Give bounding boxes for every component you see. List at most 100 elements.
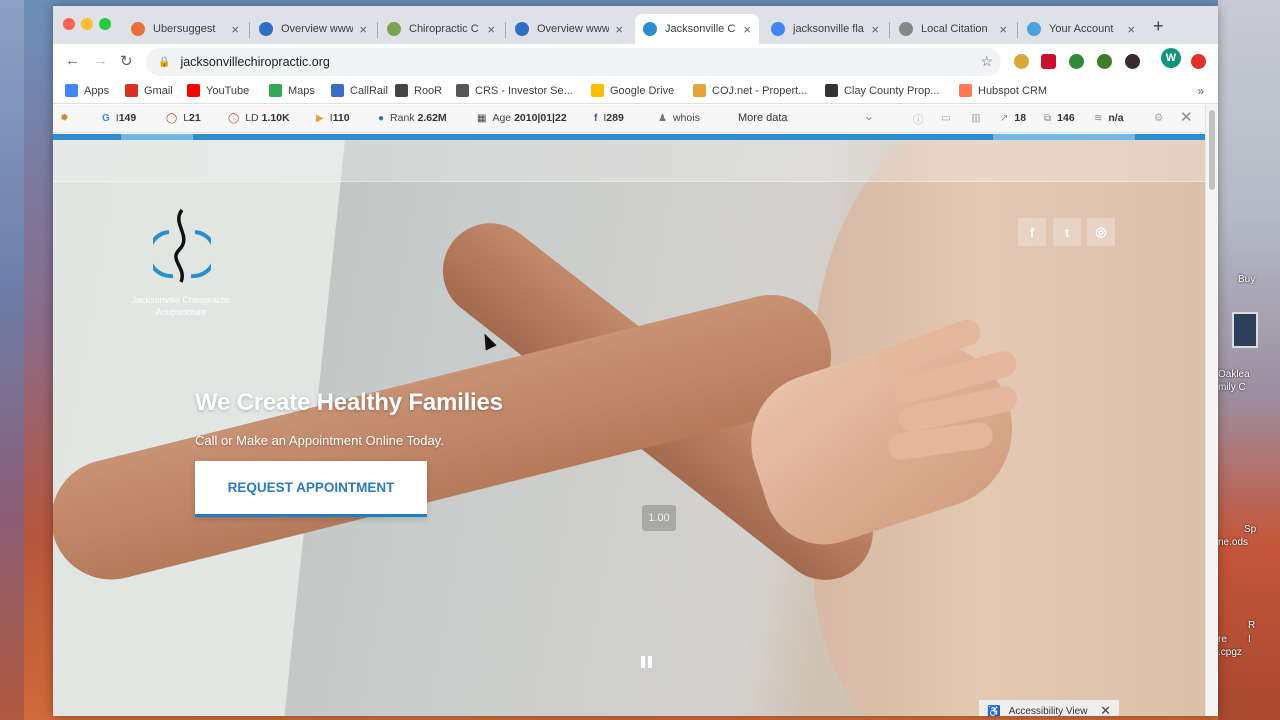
instagram-icon[interactable]: ◎ [1087, 218, 1115, 246]
tab-4[interactable]: Overview www × [507, 14, 631, 44]
seo-ld-metric[interactable]: ◯ LD 1.10K [228, 112, 290, 124]
info-icon[interactable]: ⓘ [913, 112, 924, 127]
bookmark-item[interactable]: CallRail [331, 84, 388, 97]
page-scrollbar[interactable] [1205, 104, 1218, 716]
coj-icon [693, 84, 706, 97]
hero-subtitle: Call or Make an Appointment Online Today… [195, 433, 444, 448]
accessibility-view-bar[interactable]: ♿ Accessibility View ✕ [979, 700, 1119, 716]
tab-3[interactable]: Chiropractic C × [379, 14, 503, 44]
tab-7[interactable]: Local Citation × [891, 14, 1015, 44]
tab-1[interactable]: Ubersuggest × [123, 14, 247, 44]
bookmark-item[interactable]: YouTube [187, 84, 249, 97]
seo-google-index[interactable]: GI 149 [102, 112, 136, 124]
extension-icon[interactable] [1014, 54, 1029, 69]
extension-icon[interactable] [1069, 54, 1084, 69]
desktop-file-icon[interactable] [1232, 312, 1258, 348]
back-button[interactable]: ← [65, 52, 80, 69]
close-icon[interactable]: ✕ [1180, 108, 1193, 126]
seo-rank-metric[interactable]: ● Rank 2.62M [378, 112, 447, 124]
apps-grid-icon [65, 84, 78, 97]
extension-icon[interactable] [1041, 54, 1056, 69]
bar-chart-icon[interactable]: ▥ [971, 112, 981, 124]
twitter-icon[interactable]: t [1053, 218, 1081, 246]
zoom-window-button[interactable] [99, 18, 111, 30]
facebook-icon[interactable]: f [1018, 218, 1046, 246]
reload-button[interactable]: ↻ [120, 52, 133, 70]
minimize-window-button[interactable] [81, 18, 93, 30]
desktop-label: ne.ods [1218, 537, 1249, 548]
tab-6[interactable]: jacksonville fla × [763, 14, 887, 44]
scrollbar-thumb[interactable] [1209, 110, 1215, 190]
forward-button[interactable]: → [93, 52, 108, 69]
bookmark-item[interactable]: Gmail [125, 84, 173, 97]
logo-text: Jacksonville Chiropractic Acupuncture [131, 295, 231, 317]
tab-2[interactable]: Overview www × [251, 14, 375, 44]
seo-na-metric[interactable]: ≋ n/a [1094, 112, 1124, 124]
seo-whois-link[interactable]: ♟ whois [658, 112, 700, 124]
close-tab-icon[interactable]: × [743, 22, 751, 37]
tab-5[interactable]: Jacksonville C × [635, 14, 759, 44]
seo-logo-icon[interactable]: ✹ [60, 112, 69, 124]
bookmark-label: COJ.net - Propert... [712, 84, 808, 97]
close-tab-icon[interactable]: × [615, 22, 623, 37]
desktop-right-edge: Buy Oaklea mily C Sp ne.ods re R I .cpgz [1218, 0, 1280, 720]
close-window-button[interactable] [63, 18, 75, 30]
seo-external-links[interactable]: ↗ 18 [1000, 112, 1026, 124]
bookmark-item[interactable]: COJ.net - Propert... [693, 84, 807, 97]
tab-title: Jacksonville C [665, 23, 736, 35]
profile-avatar[interactable]: W [1161, 48, 1181, 68]
extension-icon[interactable] [1097, 54, 1112, 69]
seo-pages-metric[interactable]: ⧉ 146 [1044, 112, 1075, 124]
seo-facebook-metric[interactable]: fI 289 [594, 112, 624, 124]
chevron-double-right-icon[interactable]: » [1197, 84, 1204, 98]
close-tab-icon[interactable]: × [487, 22, 495, 37]
browser-window: Ubersuggest × Overview www × Chiropractic C ×… [53, 6, 1218, 716]
bookmark-star-icon[interactable]: ☆ [980, 53, 993, 70]
citation-icon [899, 22, 913, 36]
extension-icon[interactable] [1191, 54, 1206, 69]
close-tab-icon[interactable]: × [999, 22, 1007, 37]
close-tab-icon[interactable]: × [359, 22, 367, 37]
chevron-down-icon[interactable]: ⌄ [864, 109, 874, 123]
close-icon[interactable]: ✕ [1100, 703, 1111, 716]
desktop-left-edge [0, 0, 24, 720]
bookmark-item[interactable]: CRS - Investor Se... [456, 84, 573, 97]
request-appointment-button[interactable]: REQUEST APPOINTMENT [195, 461, 427, 517]
url-text: jacksonvillechiropractic.org [180, 55, 330, 69]
spine-logo-icon[interactable] [153, 206, 211, 286]
roor-icon [395, 84, 408, 97]
seo-i-metric[interactable]: ▶ I 110 [316, 112, 350, 124]
chiropractic-icon [387, 22, 401, 36]
gear-icon[interactable]: ⚙ [1154, 112, 1163, 124]
desktop-label: Oaklea [1218, 369, 1250, 380]
desktop-label: re [1218, 634, 1227, 645]
tab-8[interactable]: Your Account × [1019, 14, 1143, 44]
semrush-icon [259, 22, 273, 36]
seo-l-metric[interactable]: ◯ L 21 [166, 112, 201, 124]
tab-title: Local Citation [921, 23, 988, 35]
pause-icon[interactable] [639, 656, 653, 670]
bookmark-item[interactable]: Hubspot CRM [959, 84, 1047, 97]
facebook-icon: f [594, 112, 598, 124]
more-data-dropdown[interactable]: More data [738, 112, 788, 124]
bookmark-item[interactable]: Apps [65, 84, 109, 97]
seo-age-metric[interactable]: ▦ Age 2010|01|22 [477, 112, 567, 124]
hero-title: We Create Healthy Families [195, 389, 503, 416]
account-icon [1027, 22, 1041, 36]
close-tab-icon[interactable]: × [231, 22, 239, 37]
extension-icon[interactable] [1125, 54, 1140, 69]
bookmark-label: CRS - Investor Se... [475, 84, 573, 97]
gmail-icon [125, 84, 138, 97]
new-tab-button[interactable]: + [1153, 16, 1164, 37]
bookmark-item[interactable]: Clay County Prop... [825, 84, 939, 97]
bookmark-item[interactable]: Maps [269, 84, 315, 97]
bookmark-item[interactable]: Google Drive [591, 84, 674, 97]
close-tab-icon[interactable]: × [871, 22, 879, 37]
close-tab-icon[interactable]: × [1127, 22, 1135, 37]
tab-separator [249, 22, 250, 38]
tab-separator [1017, 22, 1018, 38]
bookmark-item[interactable]: RooR [395, 84, 442, 97]
address-bar[interactable]: 🔒 jacksonvillechiropractic.org ☆ [146, 48, 1001, 76]
monitor-icon[interactable]: ▭ [941, 112, 951, 124]
google-icon: G [102, 112, 110, 124]
